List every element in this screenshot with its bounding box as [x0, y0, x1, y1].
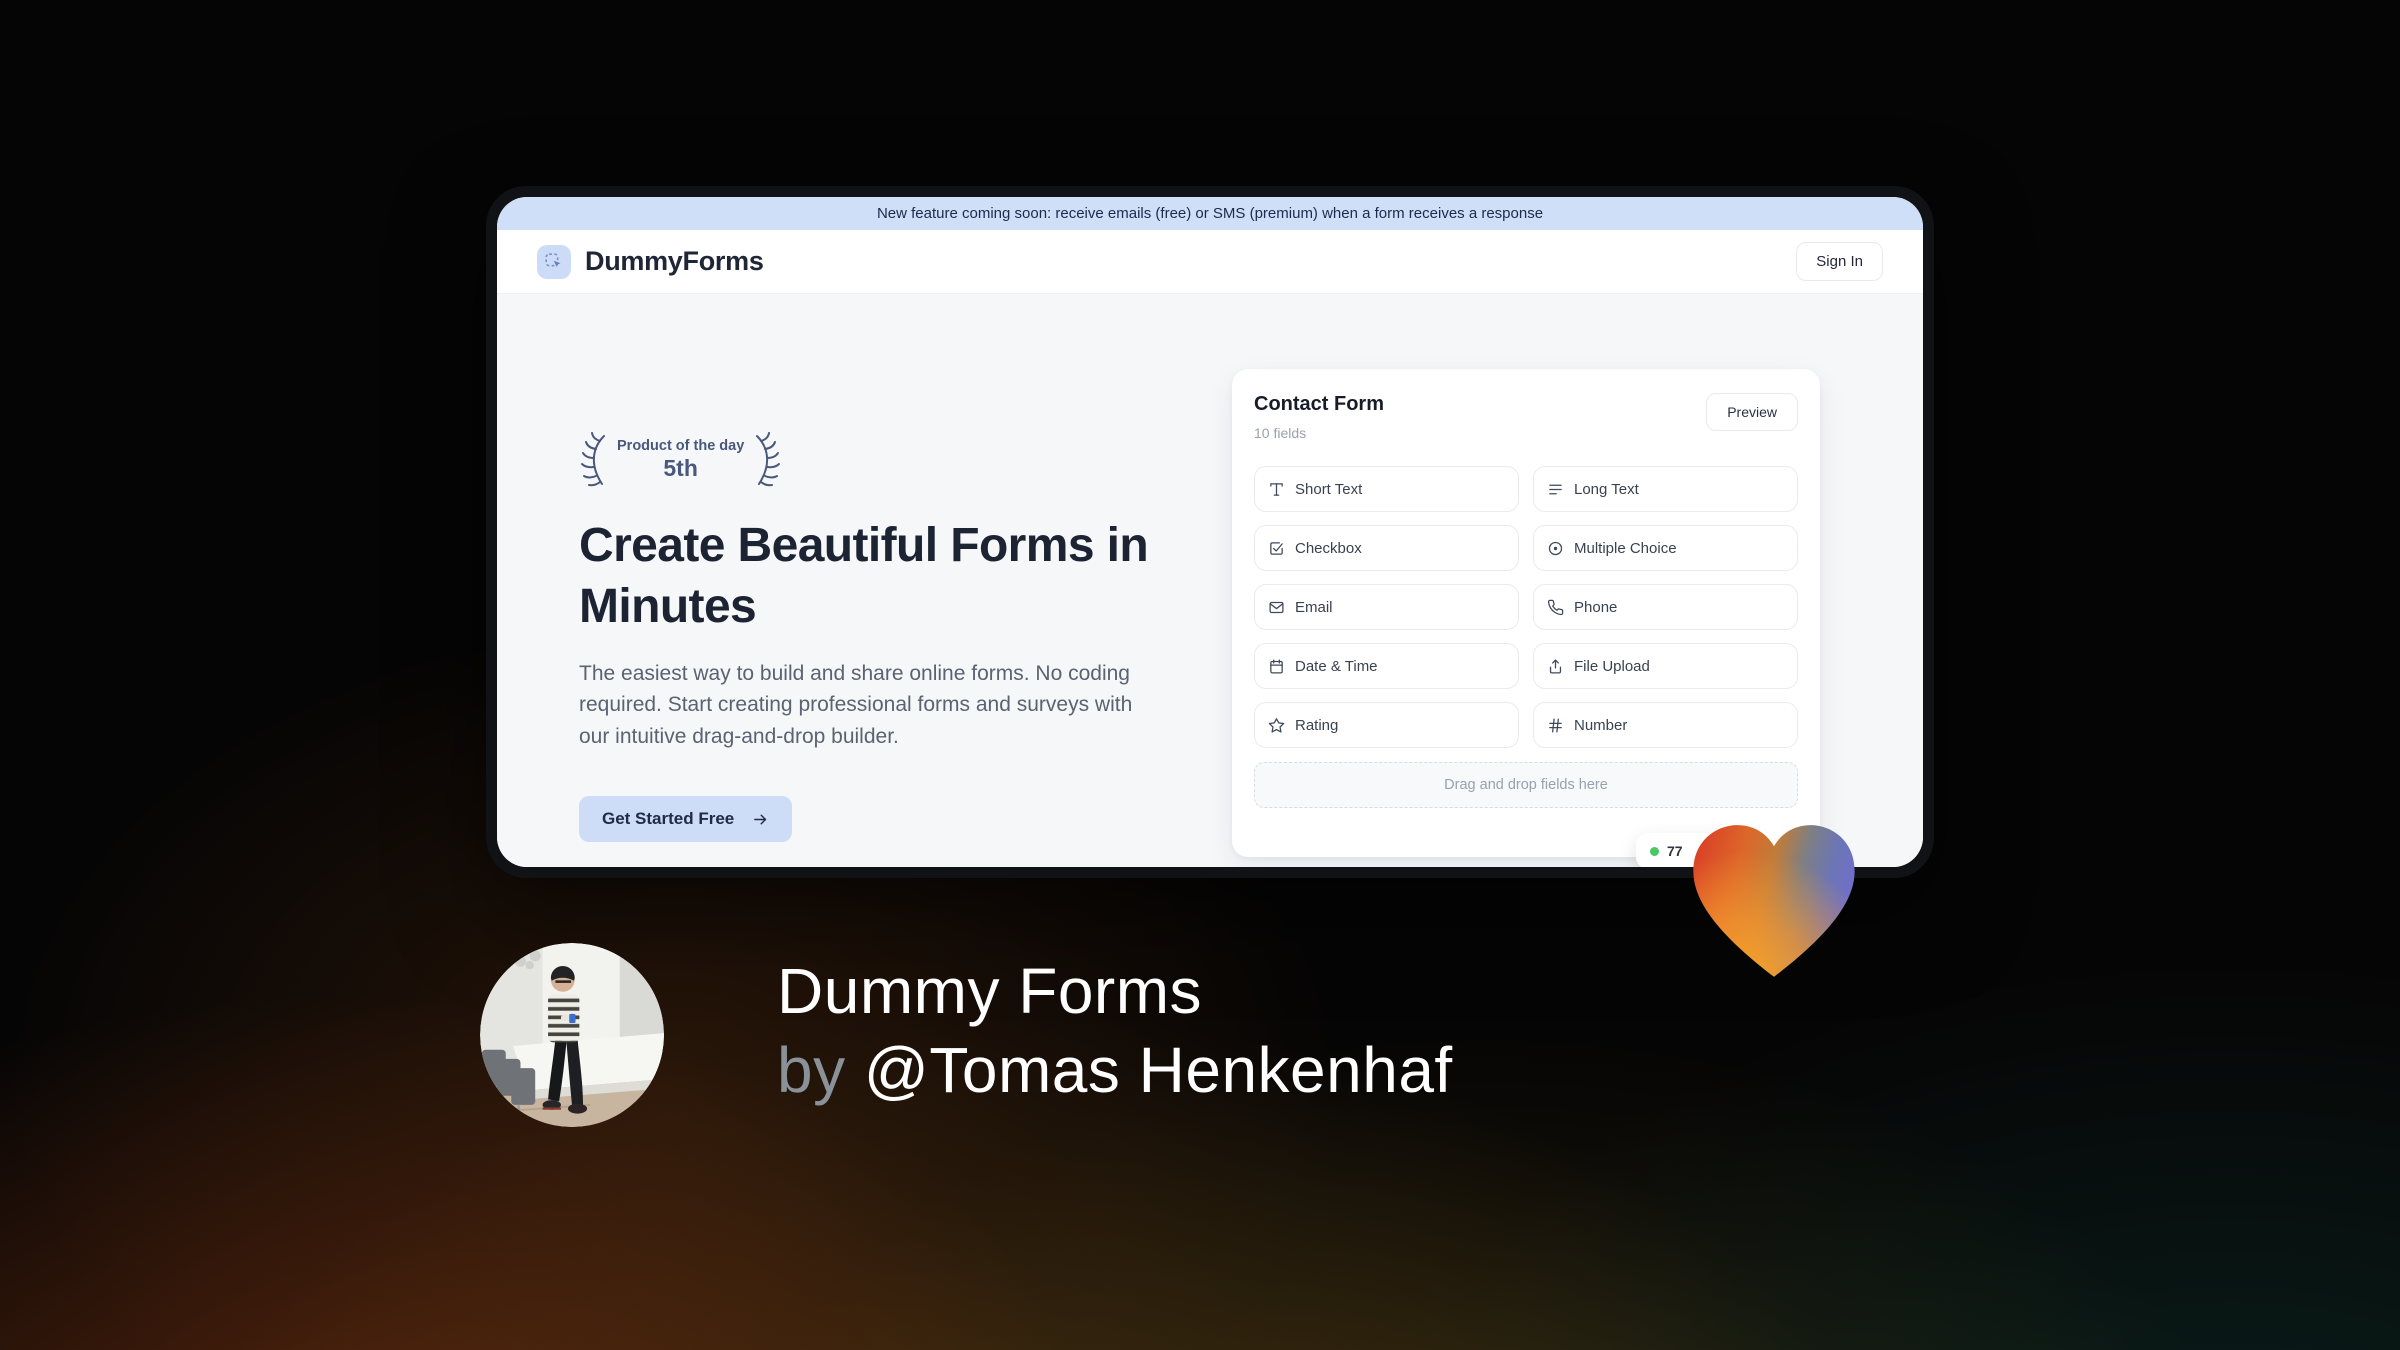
hero-title: Create Beautiful Forms in Minutes	[579, 519, 1149, 634]
avatar-photo-illustration	[480, 943, 664, 1127]
form-field-count: 10 fields	[1254, 425, 1307, 441]
field-label: File Upload	[1574, 657, 1650, 675]
award-text: Product of the day 5th	[617, 438, 744, 481]
form-builder-card: Contact Form 10 fields Preview Short Tex…	[1232, 369, 1820, 867]
field-date-time[interactable]: Date & Time	[1254, 643, 1519, 689]
laurel-left-icon	[581, 432, 605, 487]
field-label: Long Text	[1574, 480, 1639, 498]
footer-title: Dummy Forms	[777, 955, 1203, 1027]
upload-icon	[1549, 658, 1562, 674]
laurel-right-icon	[756, 432, 781, 487]
field-label: Phone	[1574, 598, 1618, 616]
field-short-text[interactable]: Short Text	[1254, 466, 1519, 512]
field-label: Email	[1295, 598, 1333, 616]
award-rank: 5th	[663, 455, 698, 482]
field-file-upload[interactable]: File Upload	[1533, 643, 1798, 689]
hero-left-column: Product of the day 5th Create Beautiful …	[579, 432, 1179, 843]
field-rating[interactable]: Rating	[1254, 702, 1519, 748]
field-label: Checkbox	[1295, 539, 1362, 557]
footer-byline: Dummy Forms by @Tomas Henkenhaf	[777, 952, 1453, 1110]
online-status-dot	[1650, 846, 1659, 856]
field-phone[interactable]: Phone	[1533, 584, 1798, 630]
app-header: DummyForms Sign In	[497, 230, 1923, 294]
get-started-button[interactable]: Get Started Free	[579, 796, 793, 843]
form-title: Contact Form	[1254, 393, 1384, 415]
multiple-choice-icon	[1548, 541, 1563, 555]
email-icon	[1269, 601, 1284, 613]
drag-drop-text: Drag and drop fields here	[1444, 777, 1608, 793]
promo-stage: New feature coming soon: receive emails …	[0, 0, 2400, 1350]
field-type-grid: Short Text Long Text Checkbox Multiple C…	[1254, 466, 1798, 748]
product-of-the-day-badge: Product of the day 5th	[579, 432, 782, 488]
announcement-text: New feature coming soon: receive emails …	[876, 205, 1544, 222]
star-icon	[1268, 717, 1285, 733]
get-started-label: Get Started Free	[602, 809, 735, 829]
field-checkbox[interactable]: Checkbox	[1254, 525, 1519, 571]
author-handle: @Tomas Henkenhaf	[863, 1034, 1453, 1106]
brand-logo-icon	[537, 244, 571, 279]
field-multiple-choice[interactable]: Multiple Choice	[1533, 525, 1798, 571]
hash-icon	[1549, 717, 1562, 733]
app-window: New feature coming soon: receive emails …	[486, 186, 1934, 878]
hero-section: Product of the day 5th Create Beautiful …	[497, 294, 1923, 867]
byline-prefix: by	[777, 1034, 864, 1106]
form-card-header: Contact Form 10 fields Preview	[1254, 393, 1798, 441]
gradient-heart-icon	[1693, 825, 1855, 977]
hero-description: The easiest way to build and share onlin…	[579, 661, 1133, 748]
author-avatar	[480, 943, 664, 1127]
announcement-banner: New feature coming soon: receive emails …	[497, 197, 1923, 230]
field-number[interactable]: Number	[1533, 702, 1798, 748]
field-label: Short Text	[1295, 480, 1363, 498]
sign-in-button[interactable]: Sign In	[1796, 242, 1883, 281]
calendar-icon	[1270, 658, 1283, 674]
brand-name: DummyForms	[585, 246, 764, 276]
field-email[interactable]: Email	[1254, 584, 1519, 630]
phone-icon	[1547, 599, 1564, 615]
field-label: Multiple Choice	[1574, 539, 1677, 557]
award-label: Product of the day	[617, 438, 745, 455]
app-window-content: New feature coming soon: receive emails …	[497, 197, 1923, 867]
field-long-text[interactable]: Long Text	[1533, 466, 1798, 512]
field-label: Number	[1574, 716, 1628, 734]
form-card-titles: Contact Form 10 fields	[1254, 393, 1384, 441]
drag-drop-zone[interactable]: Drag and drop fields here	[1254, 762, 1798, 808]
preview-button[interactable]: Preview	[1706, 393, 1798, 431]
field-label: Date & Time	[1295, 657, 1378, 675]
arrow-right-icon	[754, 814, 767, 825]
footer-author-line: by @Tomas Henkenhaf	[777, 1031, 1453, 1110]
short-text-icon	[1270, 482, 1283, 496]
checkbox-icon	[1270, 541, 1283, 555]
long-text-icon	[1549, 484, 1562, 494]
field-label: Rating	[1295, 716, 1339, 734]
